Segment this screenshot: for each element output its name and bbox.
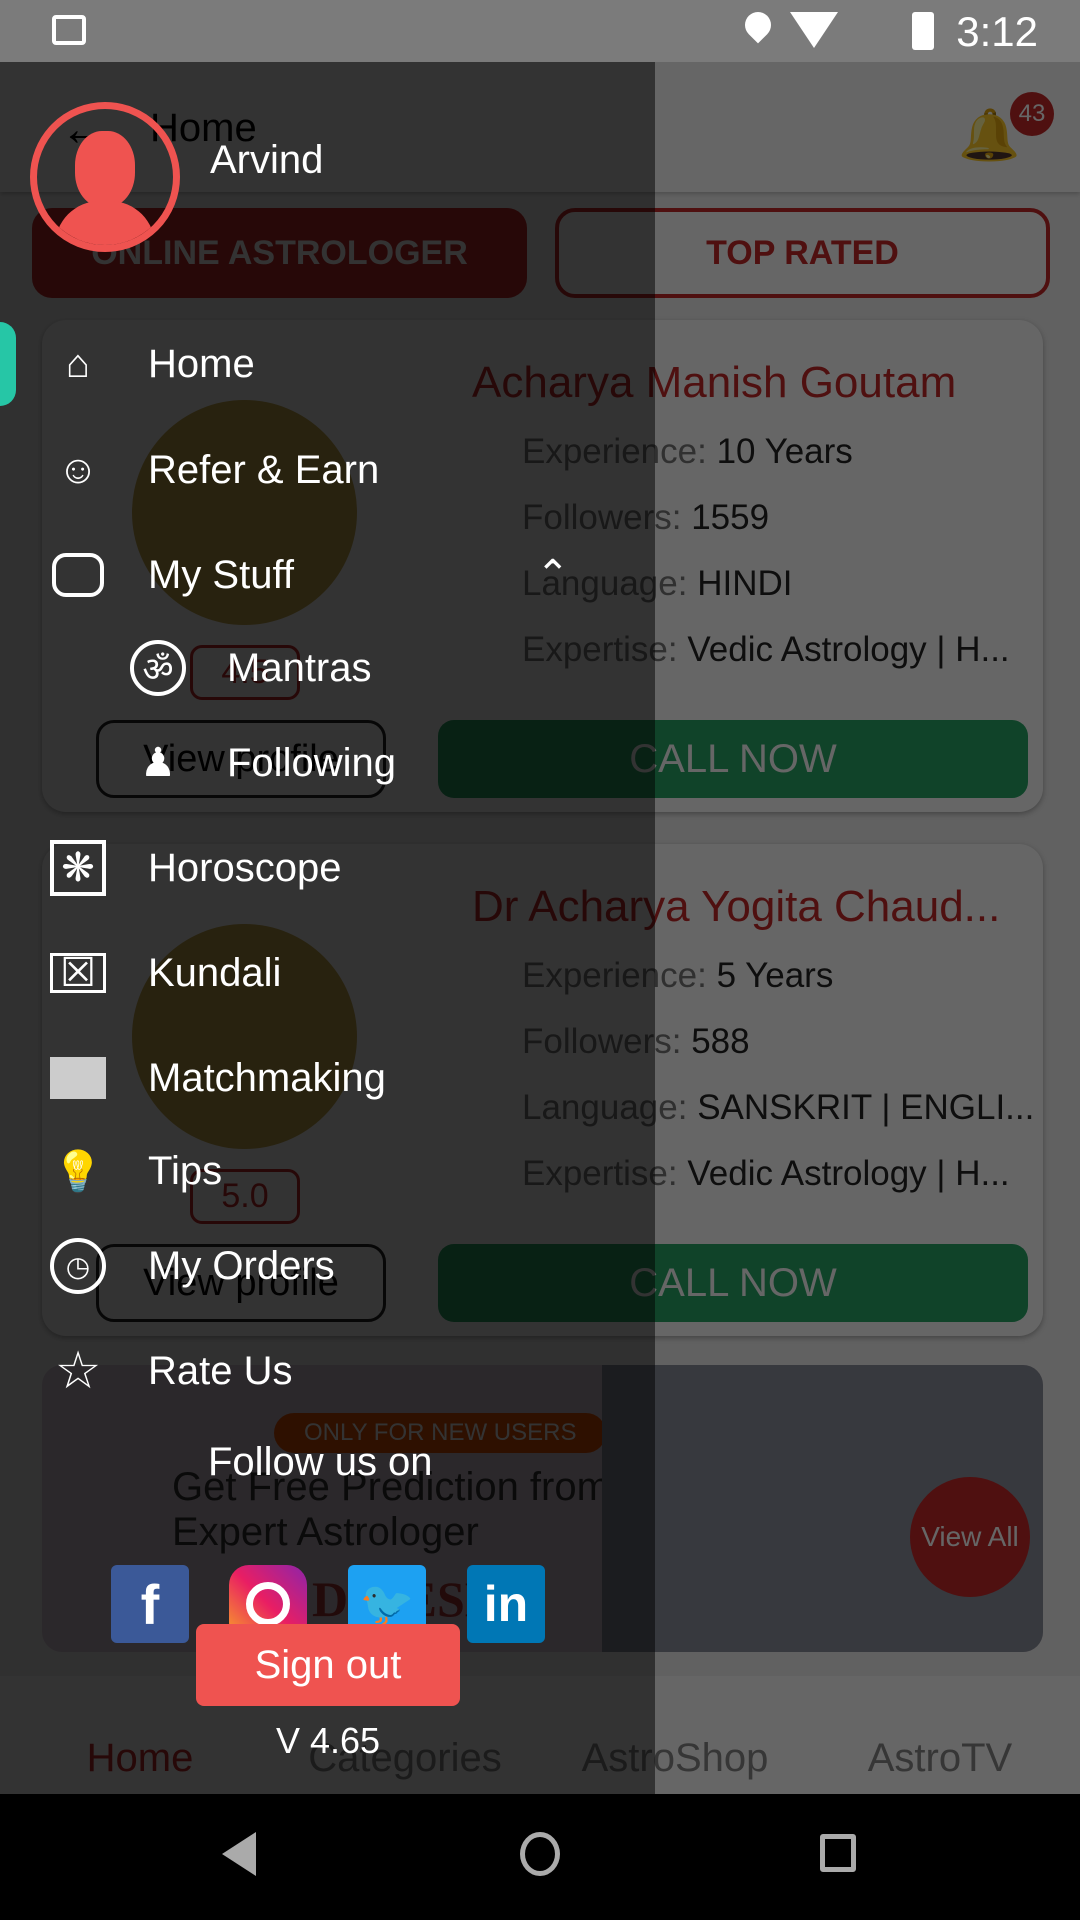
notification-badge: 43 bbox=[1010, 92, 1054, 136]
rating-badge: 4.5 bbox=[190, 645, 300, 700]
promo-banner[interactable]: ONLY FOR NEW USERS Get Free Prediction f… bbox=[42, 1365, 1043, 1652]
call-now-button[interactable]: CALL NOW bbox=[438, 720, 1028, 798]
call-now-button[interactable]: CALL NOW bbox=[438, 1244, 1028, 1322]
image-notification-icon bbox=[52, 15, 86, 45]
view-all-button[interactable]: View All bbox=[910, 1477, 1030, 1597]
astrologer-card: 4.5 Acharya Manish Goutam Experience: 10… bbox=[42, 320, 1043, 812]
expertise: Expertise: Vedic Astrology | H... bbox=[522, 1154, 1010, 1193]
language: Language: SANSKRIT | ENGLI... bbox=[522, 1088, 1035, 1127]
expertise: Expertise: Vedic Astrology | H... bbox=[522, 630, 1010, 669]
nav-home[interactable]: Home bbox=[5, 1736, 275, 1781]
experience: Experience: 10 Years bbox=[522, 432, 853, 471]
bottom-navigation: Home Categories AstroShop AstroTV bbox=[0, 1676, 1080, 1794]
status-bar: 3:12 bbox=[0, 0, 1080, 62]
back-icon[interactable]: ← bbox=[60, 102, 108, 157]
battery-icon bbox=[912, 12, 934, 50]
app-background: ← Home 🔔 43 ONLINE ASTROLOGER TOP RATED … bbox=[0, 62, 1080, 1794]
language: Language: HINDI bbox=[522, 564, 793, 603]
nav-categories[interactable]: Categories bbox=[270, 1736, 540, 1781]
recents-button[interactable] bbox=[820, 1834, 856, 1872]
banner-badge: ONLY FOR NEW USERS bbox=[274, 1413, 607, 1453]
nav-astroshop[interactable]: AstroShop bbox=[540, 1736, 810, 1781]
banner-name: DINESH bbox=[312, 1571, 504, 1627]
followers: Followers: 588 bbox=[522, 1022, 750, 1061]
home-button[interactable] bbox=[520, 1832, 560, 1876]
location-icon bbox=[739, 6, 777, 44]
wifi-icon bbox=[790, 12, 838, 48]
system-navigation-bar bbox=[0, 1794, 1080, 1920]
clock: 3:12 bbox=[956, 8, 1038, 55]
tab-online-astrologer[interactable]: ONLINE ASTROLOGER bbox=[32, 208, 527, 298]
app-header: ← Home 🔔 43 bbox=[0, 62, 1080, 192]
rating-badge: 5.0 bbox=[190, 1169, 300, 1224]
header-title: Home bbox=[150, 106, 257, 150]
view-profile-button[interactable]: View profile bbox=[96, 1244, 386, 1322]
nav-astrotv[interactable]: AstroTV bbox=[805, 1736, 1075, 1781]
astrologer-name: Dr Acharya Yogita Chaud... bbox=[472, 882, 1001, 931]
astrologer-photo bbox=[132, 924, 357, 1149]
astrologer-card: 5.0 Dr Acharya Yogita Chaud... Experienc… bbox=[42, 844, 1043, 1336]
back-button[interactable] bbox=[222, 1832, 256, 1876]
tab-top-rated[interactable]: TOP RATED bbox=[555, 208, 1050, 298]
experience: Experience: 5 Years bbox=[522, 956, 834, 995]
followers: Followers: 1559 bbox=[522, 498, 770, 537]
astrologer-photo bbox=[132, 400, 357, 625]
astrologer-name: Acharya Manish Goutam bbox=[472, 358, 957, 407]
view-profile-button[interactable]: View profile bbox=[96, 720, 386, 798]
